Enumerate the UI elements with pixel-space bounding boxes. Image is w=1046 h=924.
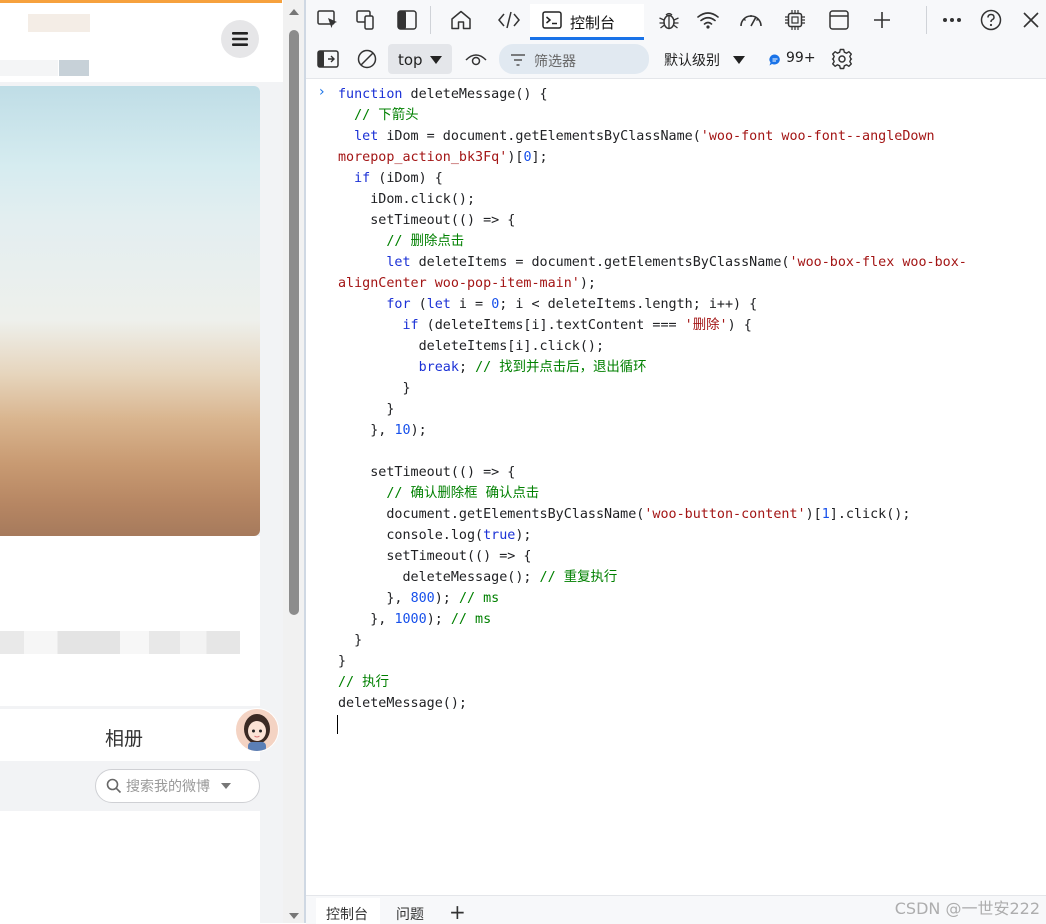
caret-down-icon[interactable] — [220, 782, 232, 790]
console-input-code[interactable]: function deleteMessage() { // 下箭头 let iD… — [338, 84, 1038, 714]
blurred-text — [0, 60, 58, 76]
search-placeholder: 搜索我的微博 — [126, 779, 210, 795]
filter-input[interactable]: 筛选器 — [499, 44, 649, 74]
filter-icon — [511, 54, 525, 66]
live-expression-button[interactable] — [463, 46, 489, 72]
terminal-icon — [542, 11, 562, 29]
tab-memory[interactable] — [782, 7, 808, 33]
wifi-icon — [697, 12, 719, 29]
inspect-button[interactable] — [315, 7, 341, 33]
filter-placeholder: 筛选器 — [534, 54, 576, 70]
code-brackets-icon — [498, 11, 520, 29]
close-icon — [1023, 12, 1039, 28]
scrollbar-thumb[interactable] — [289, 30, 299, 615]
device-emulation-button[interactable] — [354, 7, 380, 33]
drawer-tab-console-label[interactable]: 控制台 — [326, 904, 368, 924]
profile-info-card — [0, 536, 260, 706]
chip-icon — [785, 10, 805, 30]
sidebar-toggle-icon — [317, 50, 339, 68]
clear-icon — [357, 49, 377, 69]
scroll-up-icon[interactable] — [288, 8, 300, 16]
devtools-panel: 控制台 top 筛选器 默认级别 99+ › function deleteMe… — [306, 0, 1046, 924]
hamburger-icon — [232, 32, 248, 46]
tab-network[interactable] — [695, 7, 721, 33]
webpage-viewport: 相册 搜索我的微博 — [0, 0, 288, 923]
toolbar-separator — [926, 6, 927, 34]
drawer-add-tab-button[interactable]: + — [449, 900, 466, 924]
tab-sources[interactable] — [656, 7, 682, 33]
sidebar-panel-icon — [397, 10, 417, 30]
help-button[interactable] — [978, 7, 1004, 33]
more-options-icon — [943, 18, 961, 22]
tab-performance[interactable] — [738, 7, 764, 33]
page-header — [0, 0, 288, 82]
search-icon — [106, 778, 122, 794]
help-icon — [980, 9, 1002, 31]
drawer-tab-issues[interactable]: 问题 — [396, 904, 424, 924]
toolbar-separator — [430, 6, 431, 34]
bug-icon — [659, 12, 679, 30]
tab-elements[interactable] — [496, 7, 522, 33]
context-selector[interactable]: top — [388, 44, 452, 74]
profile-cover-image — [0, 86, 260, 536]
tab-application[interactable] — [826, 7, 852, 33]
dock-side-button[interactable] — [394, 7, 420, 33]
home-icon — [451, 10, 471, 30]
context-value: top — [398, 51, 423, 69]
header-accent-line — [0, 0, 282, 3]
issues-count: 99+ — [786, 50, 816, 66]
tab-album[interactable]: 相册 — [105, 724, 143, 751]
watermark: CSDN @一世安222 — [894, 899, 1040, 918]
inspect-element-icon — [317, 10, 337, 28]
devtools-main-toolbar: 控制台 — [306, 0, 1046, 41]
more-tools-button[interactable] — [869, 7, 895, 33]
menu-button[interactable] — [221, 20, 259, 58]
feed-card — [0, 811, 260, 923]
avatar-girl-icon — [244, 714, 270, 751]
blurred-text — [28, 14, 90, 32]
chevron-down-icon — [733, 56, 745, 64]
customize-button[interactable] — [939, 7, 965, 33]
console-prompt-icon: › — [319, 84, 325, 100]
clear-console-button[interactable] — [354, 46, 380, 72]
plus-icon — [874, 12, 890, 28]
chevron-down-icon — [430, 56, 442, 64]
blurred-text — [0, 631, 240, 654]
close-devtools-button[interactable] — [1018, 7, 1044, 33]
tab-console-label: 控制台 — [570, 14, 616, 32]
log-level-label: 默认级别 — [664, 53, 720, 69]
tab-welcome[interactable] — [448, 7, 474, 33]
gear-icon — [831, 48, 853, 70]
message-bubble-icon — [769, 54, 780, 66]
gauge-icon — [740, 15, 762, 27]
blurred-text — [59, 60, 89, 76]
console-toolbar: top 筛选器 默认级别 99+ — [306, 40, 1046, 79]
show-sidebar-button[interactable] — [315, 46, 341, 72]
text-cursor — [337, 715, 338, 734]
eye-icon — [465, 54, 487, 66]
tab-console[interactable]: 控制台 — [530, 4, 644, 40]
avatar[interactable] — [235, 708, 279, 752]
search-input[interactable]: 搜索我的微博 — [95, 769, 260, 803]
window-icon — [829, 10, 849, 30]
console-settings-button[interactable] — [829, 46, 855, 72]
scroll-down-icon[interactable] — [288, 912, 300, 920]
device-toggle-icon — [356, 10, 374, 30]
